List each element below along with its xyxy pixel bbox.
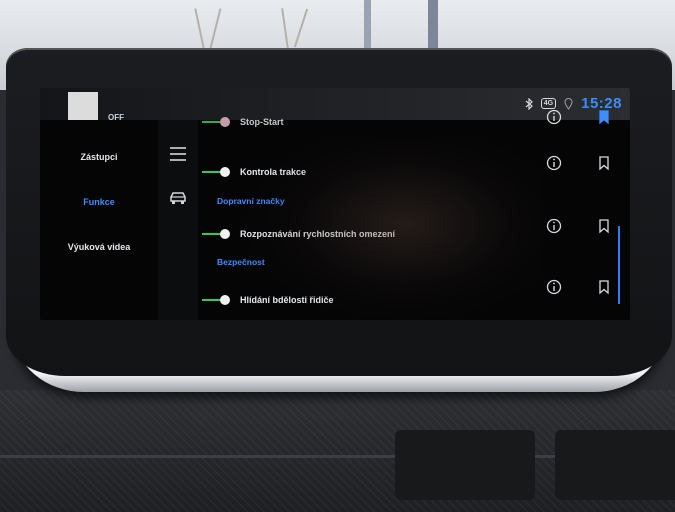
air-vent [555, 430, 675, 500]
list-item[interactable]: Hlídání bdělosti řidiče [202, 290, 552, 310]
scrollbar[interactable] [618, 226, 620, 304]
list-item-label: Rozpoznávání rychlostních omezení [240, 229, 396, 239]
bookmark-icon[interactable] [595, 108, 613, 126]
toggle-switch[interactable] [202, 117, 232, 127]
toggle-switch[interactable] [202, 167, 232, 177]
tree [208, 8, 222, 53]
sidebar: Zástupci Funkce Výuková videa [40, 120, 158, 320]
list-item-label: Kontrola trakce [240, 167, 307, 177]
info-icon[interactable] [545, 278, 563, 296]
section-header: Bezpečnost [217, 257, 265, 267]
row-actions [545, 109, 620, 320]
air-vent [395, 430, 535, 500]
info-icon[interactable] [545, 154, 563, 172]
bluetooth-icon [525, 97, 533, 110]
list-item[interactable]: Rozpoznávání rychlostních omezení [202, 224, 552, 244]
sidebar-item-shortcuts[interactable]: Zástupci [40, 135, 158, 179]
toggle-switch[interactable] [202, 229, 232, 239]
bookmark-icon[interactable] [595, 154, 613, 172]
list-item-label: Hlídání bdělosti řidiče [240, 295, 334, 305]
sidebar-item-functions[interactable]: Funkce [40, 180, 158, 224]
info-icon[interactable] [545, 217, 563, 235]
info-icon[interactable] [545, 108, 563, 126]
icon-column [158, 120, 198, 320]
profile-tile[interactable] [68, 92, 98, 120]
bookmark-icon[interactable] [595, 278, 613, 296]
list-item[interactable]: Stop-Start [202, 112, 552, 132]
sidebar-item-tutorial-videos[interactable]: Výuková videa [40, 225, 158, 269]
tree [293, 8, 309, 48]
menu-icon[interactable] [166, 142, 190, 166]
flag [428, 0, 438, 52]
bookmark-icon[interactable] [595, 217, 613, 235]
toggle-switch[interactable] [202, 295, 232, 305]
list-item[interactable]: Kontrola trakce [202, 162, 552, 182]
car-icon[interactable] [166, 186, 190, 210]
flag [364, 0, 371, 52]
location-icon [564, 97, 573, 110]
list-item-label: Stop-Start [240, 117, 284, 127]
settings-list: Stop-Start Kontrola trakce Dopravní znač… [202, 117, 552, 320]
infotainment-screen: OFF 4G 15:28 Zástupci Funkce Výuková vid… [40, 88, 630, 320]
section-header: Dopravní značky [217, 196, 285, 206]
